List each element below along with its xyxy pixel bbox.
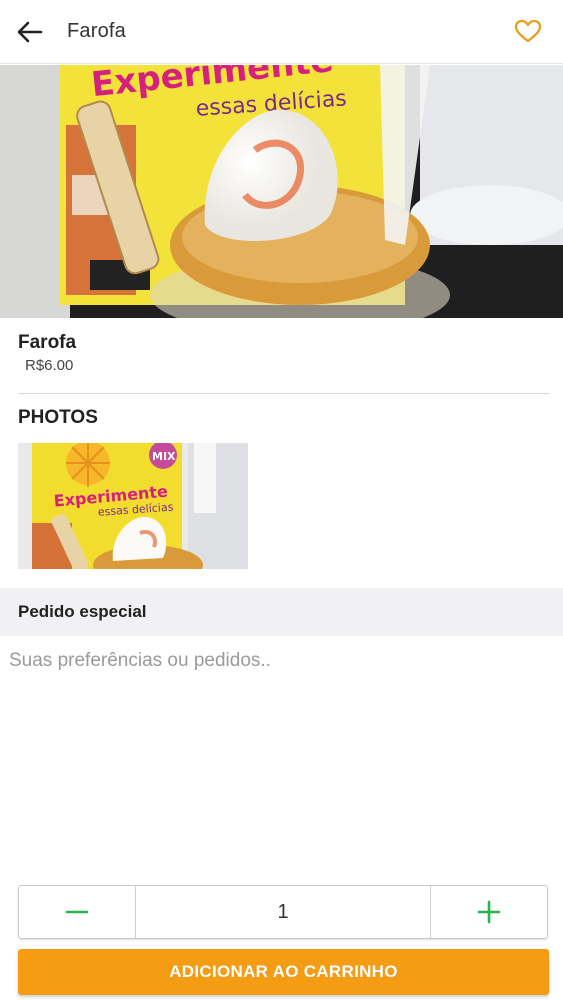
quantity-stepper: 1	[18, 885, 548, 939]
arrow-left-icon	[17, 21, 43, 42]
top-bar: Farofa	[0, 0, 563, 64]
page-title: Farofa	[67, 20, 127, 42]
divider	[18, 393, 550, 394]
product-name: Farofa	[18, 332, 77, 353]
special-request-label: Pedido especial	[18, 602, 147, 621]
special-request-input[interactable]	[0, 640, 563, 870]
photo-thumbnail[interactable]: MIX Experimente essas delícias	[18, 443, 248, 569]
minus-icon	[65, 910, 89, 914]
product-price: R$6.00	[25, 357, 74, 374]
quantity-value: 1	[135, 886, 431, 938]
increment-button[interactable]	[431, 886, 547, 938]
thumbnail-brand-text: MIX	[152, 450, 176, 463]
special-request-header: Pedido especial	[0, 588, 563, 636]
back-button[interactable]	[0, 0, 60, 64]
decrement-button[interactable]	[19, 886, 135, 938]
favorite-button[interactable]	[513, 16, 543, 46]
heart-outline-icon	[514, 19, 542, 43]
plus-icon	[477, 900, 501, 924]
product-hero-image: Experimente essas delícias	[0, 65, 563, 318]
photos-heading: PHOTOS	[18, 407, 98, 428]
add-to-cart-button[interactable]: ADICIONAR AO CARRINHO	[18, 949, 549, 995]
